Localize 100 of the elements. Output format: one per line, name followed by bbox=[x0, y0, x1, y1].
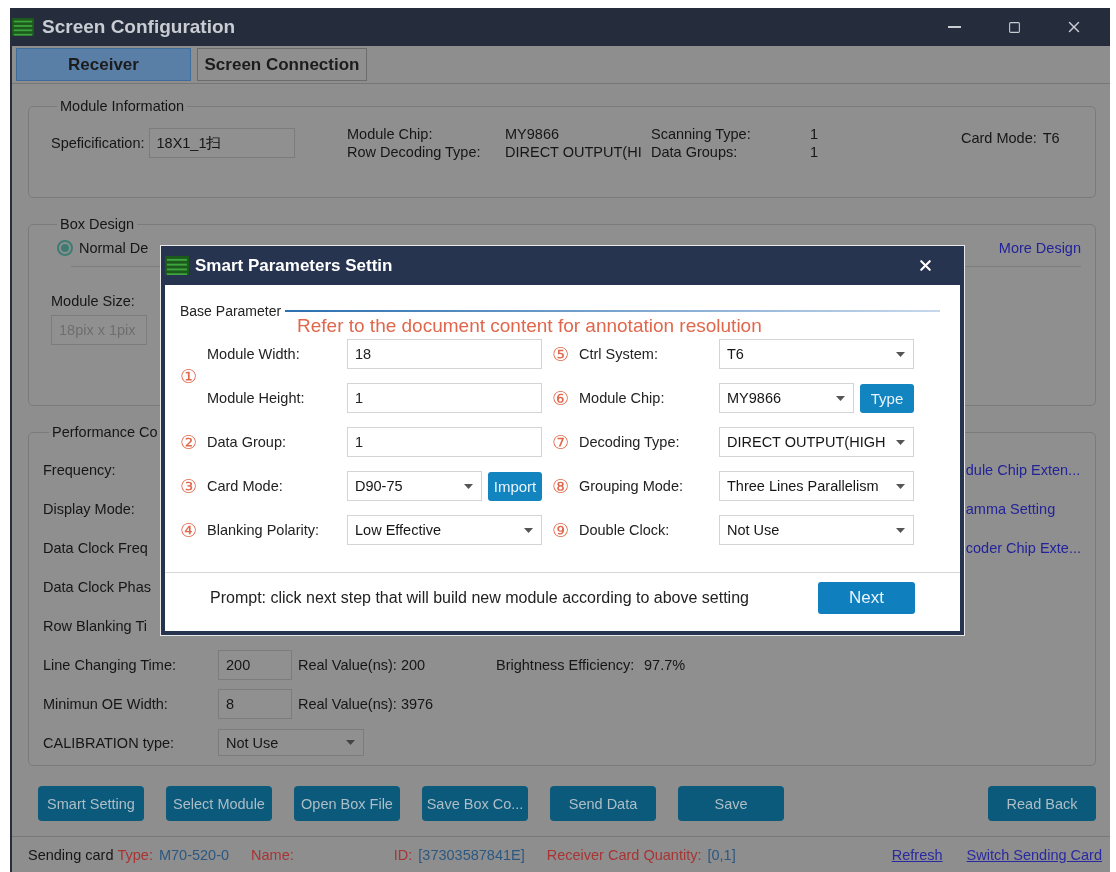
settings-link[interactable]: amma Setting bbox=[965, 500, 1056, 517]
value-field: 200 bbox=[218, 649, 292, 680]
caret-icon bbox=[346, 740, 355, 745]
field-label: Minimun OE Width: bbox=[43, 695, 169, 712]
group-title: Base Parameter bbox=[180, 303, 282, 319]
real-value-text: Real Value(ns): 200 bbox=[298, 656, 427, 673]
action-button[interactable]: Send Data bbox=[550, 786, 656, 821]
status-label: Name: bbox=[251, 846, 294, 863]
status-text: Sending card bbox=[28, 846, 114, 863]
led-grid-icon bbox=[165, 255, 189, 276]
annotation-marker: ② bbox=[180, 432, 199, 452]
caret-icon bbox=[896, 351, 905, 357]
more-design-link[interactable]: More Design bbox=[998, 240, 1081, 256]
small-button[interactable]: Type bbox=[860, 383, 914, 413]
info-label: Module Chip: bbox=[347, 126, 434, 142]
annotation-marker: ⑧ bbox=[552, 476, 571, 496]
status-label: ID: bbox=[393, 846, 413, 863]
dropdown[interactable]: D90-75 bbox=[347, 471, 482, 501]
info-value: 1 bbox=[810, 144, 820, 160]
caret-icon bbox=[896, 527, 905, 533]
info-label: Scanning Type: bbox=[651, 126, 752, 142]
annotation-marker: ④ bbox=[180, 520, 199, 540]
info-label: Card Mode: bbox=[961, 130, 1037, 146]
text-input[interactable]: 18 bbox=[347, 339, 542, 369]
field-label: Line Changing Time: bbox=[43, 656, 177, 673]
field-label: Speficification: bbox=[51, 135, 145, 151]
field-label: Module Size: bbox=[51, 293, 135, 309]
field-label: Module Height: bbox=[207, 390, 306, 406]
minimize-icon bbox=[947, 26, 961, 28]
field-label: CALIBRATION type: bbox=[43, 734, 176, 751]
caret-icon bbox=[464, 483, 473, 489]
specification-field: 18X1_1扫 bbox=[148, 128, 295, 158]
status-value: [0,1] bbox=[707, 846, 736, 863]
field-label: Data Group: bbox=[207, 434, 287, 450]
small-button[interactable]: Import bbox=[488, 471, 542, 501]
tab[interactable]: Screen Connection bbox=[197, 48, 367, 81]
field-label: Data Clock Freq bbox=[43, 539, 148, 556]
field-label: Grouping Mode: bbox=[579, 478, 684, 494]
field-label: Brightness Efficiency: bbox=[496, 656, 636, 673]
tab[interactable]: Receiver bbox=[16, 48, 191, 81]
field-label: Double Clock: bbox=[579, 522, 671, 538]
caret-icon bbox=[896, 439, 905, 445]
dropdown[interactable]: Not Use bbox=[719, 515, 914, 545]
value-field: 8 bbox=[218, 688, 292, 719]
group-title: Box Design bbox=[59, 216, 136, 232]
info-value: MY9866 bbox=[505, 126, 560, 142]
text-input[interactable]: 1 bbox=[347, 383, 542, 413]
annotation-marker: ⑥ bbox=[552, 388, 571, 408]
radio-button[interactable] bbox=[57, 240, 73, 256]
window-title: Screen Configuration bbox=[42, 16, 237, 38]
info-label: Row Decoding Type: bbox=[347, 144, 482, 160]
dropdown[interactable]: Three Lines Parallelism bbox=[719, 471, 914, 501]
status-link[interactable]: Refresh bbox=[891, 846, 943, 863]
field-label: Display Mode: bbox=[43, 500, 135, 517]
info-label: Data Groups: bbox=[651, 144, 739, 160]
field-label: Blanking Polarity: bbox=[207, 522, 321, 538]
close-button[interactable] bbox=[917, 257, 934, 274]
caret-icon bbox=[524, 527, 533, 533]
prompt-text: Prompt: click next step that will build new module according to above setting bbox=[210, 589, 749, 607]
status-value: [37303587841E] bbox=[418, 846, 525, 863]
dropdown[interactable]: Low Effective bbox=[347, 515, 542, 545]
next-button[interactable]: Next bbox=[818, 582, 915, 614]
field-label: Card Mode: bbox=[207, 478, 284, 494]
action-button[interactable]: Open Box File bbox=[294, 786, 400, 821]
calibration-select[interactable]: Not Use bbox=[218, 729, 364, 756]
caret-icon bbox=[896, 483, 905, 489]
status-link[interactable]: Switch Sending Card bbox=[966, 846, 1102, 863]
action-button[interactable]: Save Box Co... bbox=[422, 786, 528, 821]
close-icon bbox=[917, 257, 934, 274]
dialog-title: Smart Parameters Settin bbox=[195, 255, 394, 276]
maximize-icon bbox=[1007, 20, 1021, 34]
read-back-button[interactable]: Read Back bbox=[988, 786, 1096, 821]
field-label: Frequency: bbox=[43, 461, 116, 478]
action-button[interactable]: Select Module bbox=[166, 786, 272, 821]
caret-icon bbox=[836, 395, 845, 401]
real-value-text: Real Value(ns): 3976 bbox=[298, 695, 435, 712]
dropdown[interactable]: T6 bbox=[719, 339, 914, 369]
field-label: Ctrl System: bbox=[579, 346, 659, 362]
dropdown[interactable]: MY9866 bbox=[719, 383, 854, 413]
action-button[interactable]: Save bbox=[678, 786, 784, 821]
annotation-marker: ③ bbox=[180, 476, 199, 496]
info-value: 97.7% bbox=[644, 656, 686, 673]
dropdown[interactable]: DIRECT OUTPUT(HIGH bbox=[719, 427, 914, 457]
settings-link[interactable]: dule Chip Exten... bbox=[965, 461, 1081, 478]
text-input[interactable]: 1 bbox=[347, 427, 542, 457]
led-grid-icon bbox=[12, 18, 34, 36]
status-value: M70-520-0 bbox=[158, 846, 230, 863]
action-button[interactable]: Smart Setting bbox=[38, 786, 144, 821]
field-label: Data Clock Phas bbox=[43, 578, 151, 595]
group-title: Module Information bbox=[59, 98, 186, 114]
annotation-text: Refer to the document content for annotation resolution bbox=[297, 315, 762, 337]
field-label: Module Chip: bbox=[579, 390, 666, 406]
info-value: 1 bbox=[810, 126, 820, 142]
radio-label: Normal De bbox=[79, 240, 149, 256]
annotation-marker: ⑨ bbox=[552, 520, 571, 540]
info-value: T6 bbox=[1042, 130, 1060, 146]
info-value: DIRECT OUTPUT(HI bbox=[505, 144, 643, 160]
status-label: Type: bbox=[117, 846, 153, 863]
annotation-marker: ⑤ bbox=[552, 344, 571, 364]
settings-link[interactable]: coder Chip Exte... bbox=[965, 539, 1081, 556]
